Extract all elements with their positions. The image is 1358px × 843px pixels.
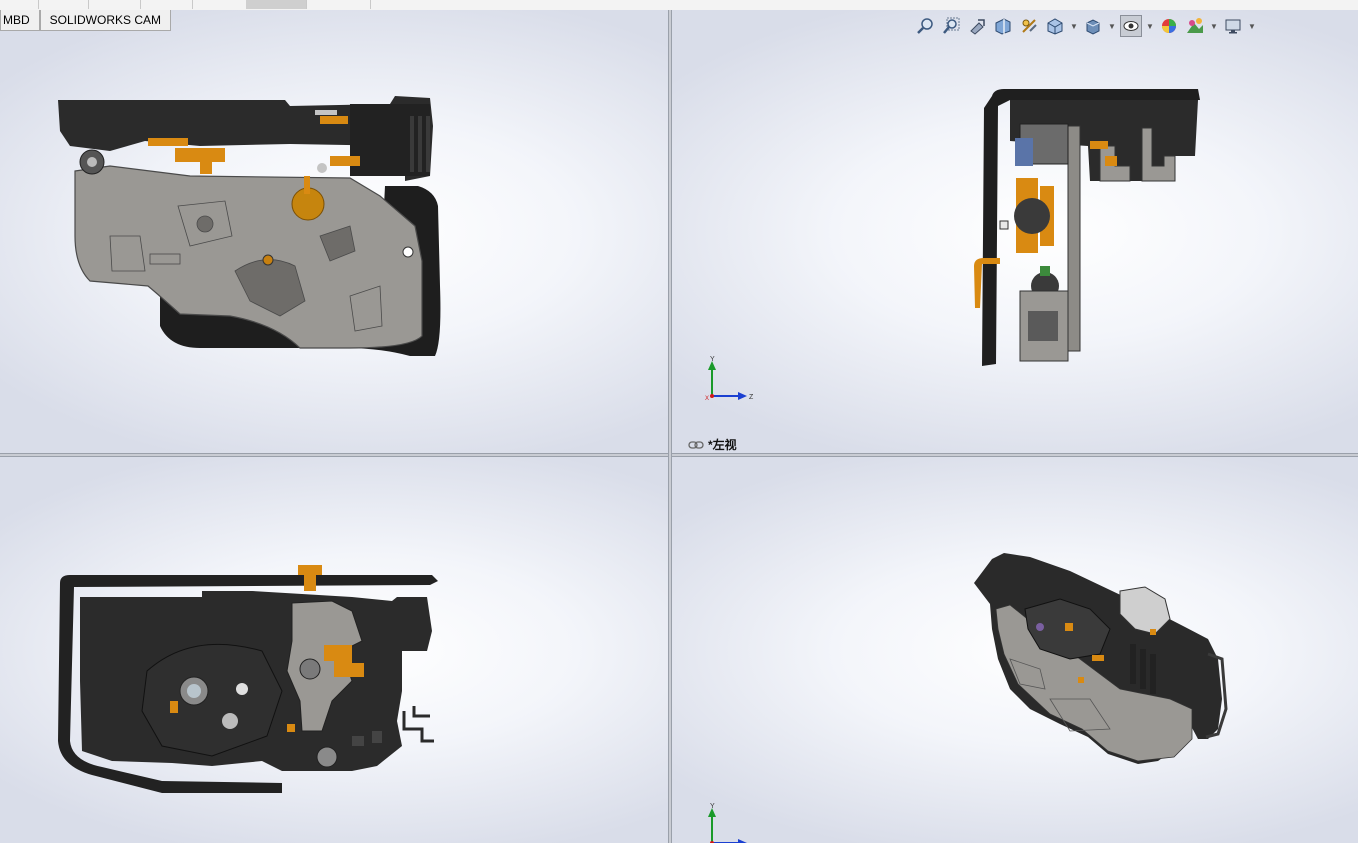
viewport-splitter-horizontal[interactable] [0, 453, 1358, 457]
chevron-down-icon[interactable]: ▼ [1108, 22, 1116, 31]
triad-y-label: Y [710, 803, 715, 810]
triad-z-label: Z [749, 394, 754, 401]
hide-show-items-icon[interactable] [1120, 15, 1142, 37]
zoom-to-area-icon[interactable] [940, 15, 962, 37]
tab-solidworks-cam[interactable]: SOLIDWORKS CAM [39, 10, 172, 31]
top-strip-seg [306, 0, 371, 9]
apply-scene-icon[interactable] [1184, 15, 1206, 37]
viewport-top-right[interactable]: ▼ ▼ ▼ ▼ ▼ Y Z X *左视 [672, 10, 1358, 453]
model-front-view [58, 96, 441, 356]
section-view-icon[interactable] [992, 15, 1014, 37]
coordinate-triad: Y [708, 803, 747, 843]
top-strip-seg [0, 0, 39, 9]
coordinate-triad: Y Z X [705, 356, 754, 401]
triad-y-label: Y [710, 356, 715, 363]
chevron-down-icon[interactable]: ▼ [1146, 22, 1154, 31]
viewport-splitter-vertical[interactable] [668, 10, 672, 843]
model-isometric-view [974, 553, 1228, 764]
chevron-down-icon[interactable]: ▼ [1210, 22, 1218, 31]
edit-appearance-icon[interactable] [1158, 15, 1180, 37]
view-orientation-icon[interactable] [1044, 15, 1066, 37]
viewport-bottom-right[interactable]: Y [672, 457, 1358, 843]
chevron-down-icon[interactable]: ▼ [1248, 22, 1256, 31]
model-top-view [58, 565, 438, 793]
model-left-view [974, 89, 1200, 366]
viewport-top-left[interactable] [0, 10, 668, 453]
view-name-label: *左视 [688, 436, 737, 453]
triad-x-label: X [705, 396, 709, 401]
top-strip-seg [38, 0, 89, 9]
chevron-down-icon[interactable]: ▼ [1070, 22, 1078, 31]
viewport-bottom-left[interactable] [0, 457, 668, 843]
command-manager-tabs: MBD SOLIDWORKS CAM [0, 10, 172, 32]
tab-mbd[interactable]: MBD [0, 10, 40, 31]
top-strip-seg [140, 0, 193, 9]
top-strip-seg [246, 0, 307, 9]
zoom-to-fit-icon[interactable] [914, 15, 936, 37]
view-settings-icon[interactable] [1222, 15, 1244, 37]
display-style-icon[interactable] [1082, 15, 1104, 37]
link-view-icon [688, 440, 704, 449]
top-strip-seg [88, 0, 141, 9]
heads-up-view-toolbar: ▼ ▼ ▼ ▼ ▼ [914, 15, 1256, 37]
previous-view-icon[interactable] [966, 15, 988, 37]
dynamic-annotation-icon[interactable] [1018, 15, 1040, 37]
view-name-text: *左视 [708, 438, 737, 452]
